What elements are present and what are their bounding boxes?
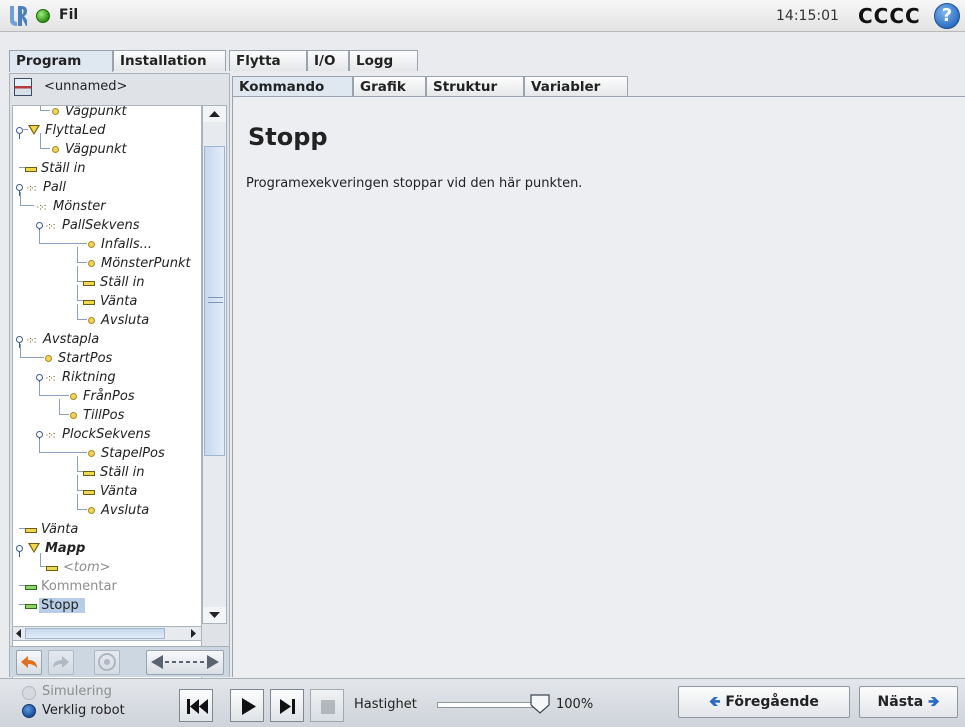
simulation-label: Simulering: [42, 684, 112, 699]
tree-horizontal-scrollbar[interactable]: [12, 626, 202, 641]
tab-log[interactable]: Logg: [349, 50, 418, 71]
next-label: Nästa: [877, 694, 924, 710]
empty-icon: [46, 566, 58, 571]
expand-icon: [16, 545, 23, 557]
help-icon[interactable]: ?: [934, 3, 960, 29]
arrow-right-icon: 🡺: [928, 694, 940, 710]
scroll-down-icon[interactable]: [203, 607, 226, 623]
waypoint-icon: [88, 241, 95, 248]
command-title: Stopp: [248, 123, 328, 151]
program-name: <unnamed>: [44, 79, 128, 94]
program-tree-panel: <unnamed> Vägpunkt FlyttaLed Vägpunkt St…: [9, 73, 230, 690]
waypoint-icon: [88, 317, 95, 324]
waypoint-icon: [70, 393, 77, 400]
set-icon: [25, 167, 37, 172]
real-robot-label: Verklig robot: [42, 703, 125, 718]
tree-toolbar: [10, 646, 229, 677]
program-name-row: <unnamed>: [10, 74, 229, 100]
waypoint-icon: [45, 355, 52, 362]
play-icon[interactable]: [230, 689, 264, 722]
step-icon[interactable]: [270, 689, 304, 722]
tab-variables[interactable]: Variabler: [524, 76, 628, 97]
real-robot-radio[interactable]: [22, 704, 36, 718]
undo-icon[interactable]: [16, 650, 42, 675]
top-bar: Fil 14:15:01 CCCC ?: [0, 0, 965, 32]
speed-slider-track[interactable]: [437, 702, 540, 708]
move-node-icon[interactable]: [146, 650, 224, 675]
wait-icon: [25, 528, 37, 533]
previous-button[interactable]: 🡸 Föregående: [678, 686, 850, 718]
tab-io[interactable]: I/O: [307, 50, 349, 71]
stop-icon[interactable]: [310, 689, 344, 722]
move-icon: [28, 125, 40, 135]
tab-graphics[interactable]: Grafik: [353, 76, 426, 97]
speed-slider-thumb[interactable]: [529, 693, 551, 715]
scroll-right-icon[interactable]: [187, 627, 199, 640]
previous-label: Föregående: [725, 694, 819, 710]
speed-value: 100%: [556, 697, 594, 712]
next-button[interactable]: Nästa 🡺: [859, 686, 958, 718]
command-description: Programexekveringen stoppar vid den här …: [246, 176, 583, 191]
tab-installation[interactable]: Installation: [113, 50, 226, 71]
tab-program[interactable]: Program: [9, 50, 113, 72]
tree-vertical-scrollbar[interactable]: [202, 105, 227, 624]
simulation-radio[interactable]: [22, 686, 36, 700]
waypoint-icon: [52, 146, 59, 153]
waypoint-icon: [88, 260, 95, 267]
save-icon[interactable]: [14, 78, 32, 96]
tab-command[interactable]: Kommando: [232, 76, 353, 98]
bottom-bar: Simulering Verklig robot Hastighet 100% …: [0, 678, 965, 727]
scroll-up-icon[interactable]: [203, 106, 226, 122]
waypoint-icon: [88, 507, 95, 514]
ur-logo-icon: [10, 6, 27, 26]
waypoint-icon: [88, 450, 95, 457]
clock: 14:15:01: [776, 8, 839, 24]
tab-move[interactable]: Flytta: [229, 50, 307, 71]
waypoint-icon: [70, 412, 77, 419]
stop-icon: [25, 604, 37, 609]
redo-icon[interactable]: [48, 650, 74, 675]
arrow-left-icon: 🡸: [709, 694, 721, 710]
waypoint-icon: [52, 108, 59, 115]
program-tree[interactable]: Vägpunkt FlyttaLed Vägpunkt Ställ in ⁖⁖ …: [12, 105, 202, 690]
command-panel: Stopp Programexekveringen stoppar vid de…: [232, 96, 965, 677]
tab-structure[interactable]: Struktur: [426, 76, 524, 97]
scroll-thumb[interactable]: [204, 146, 225, 456]
robot-name: CCCC: [858, 4, 921, 28]
comment-icon: [25, 585, 37, 590]
scroll-left-icon[interactable]: [13, 627, 25, 640]
file-menu[interactable]: Fil: [59, 7, 78, 23]
pattern-icon: ⁖⁖: [36, 201, 47, 214]
scroll-thumb[interactable]: [25, 628, 165, 639]
speed-label: Hastighet: [354, 697, 417, 712]
rewind-icon[interactable]: [179, 689, 213, 722]
robot-status-icon: [36, 9, 50, 23]
delete-icon[interactable]: [94, 650, 120, 675]
folder-icon: [28, 543, 40, 553]
